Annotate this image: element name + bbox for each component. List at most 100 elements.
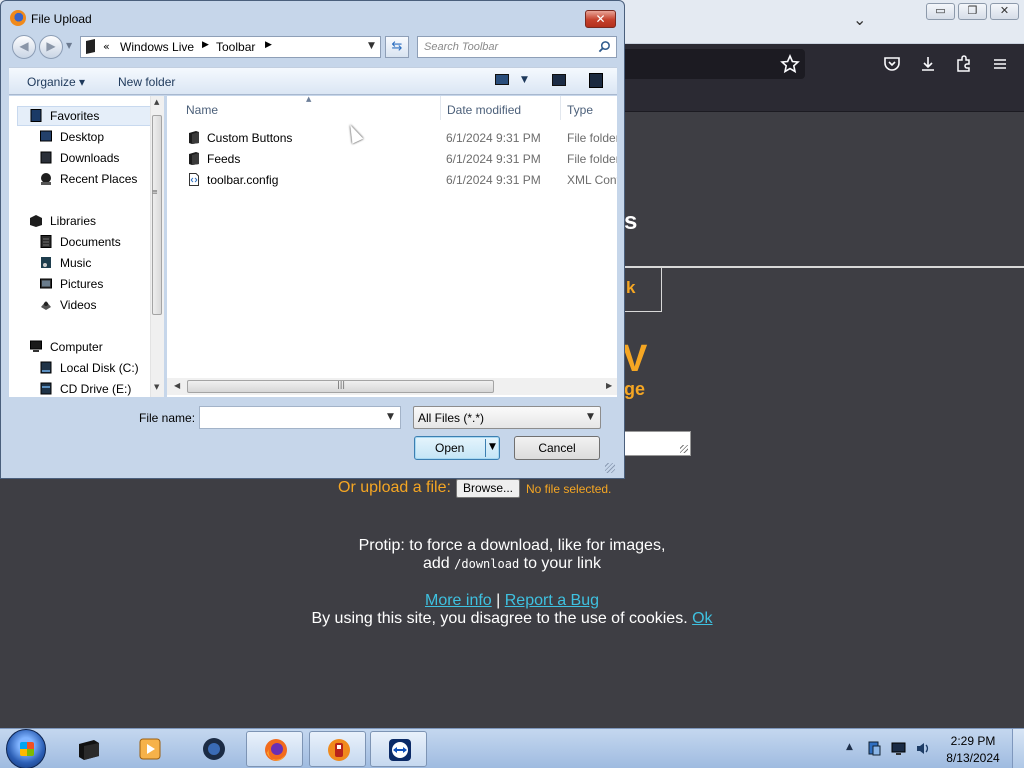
download-icon[interactable] (917, 54, 939, 74)
scroll-left-arrow-icon[interactable]: ◀ (174, 381, 180, 390)
preview-pane-icon[interactable] (552, 74, 566, 86)
breadcrumb-overflow[interactable]: « (103, 40, 110, 53)
cancel-button[interactable]: Cancel (514, 436, 600, 460)
back-button[interactable]: ◀ (12, 35, 36, 59)
xml-file-icon (189, 173, 199, 186)
scroll-up-arrow-icon[interactable]: ▲ (154, 98, 159, 106)
recent-locations-dropdown[interactable]: ▼ (66, 41, 72, 50)
file-name: Custom Buttons (207, 131, 293, 145)
dialog-close-button[interactable]: ✕ (585, 10, 616, 28)
volume-icon[interactable] (915, 741, 930, 756)
breadcrumb-windows-live[interactable]: Windows Live (120, 40, 194, 54)
file-date: 6/1/2024 9:31 PM (446, 152, 541, 166)
minimize-button[interactable]: ▭ (926, 3, 955, 20)
report-bug-link[interactable]: Report a Bug (505, 592, 599, 609)
show-hidden-icons-button[interactable]: ▲ (846, 742, 853, 752)
computer-icon (30, 340, 42, 352)
paint-icon (328, 739, 350, 761)
navigation-pane: Favorites Desktop Downloads Recent Place… (9, 96, 164, 397)
help-icon[interactable] (589, 73, 603, 88)
taskbar-app-media-player[interactable] (121, 731, 178, 767)
file-upload-dialog: File Upload ✕ ◀ ▶ ▼ « Windows Live ▶ Too… (0, 0, 625, 479)
file-name-input[interactable] (199, 406, 401, 429)
nav-scroll-thumb[interactable] (152, 115, 162, 315)
organize-button[interactable]: Organize ▾ (27, 75, 85, 89)
start-button[interactable] (6, 729, 46, 768)
extensions-icon[interactable] (953, 54, 975, 74)
scroll-right-arrow-icon[interactable]: ▶ (606, 381, 612, 390)
open-button[interactable]: Open ▼ (414, 436, 500, 460)
taskbar-app-paint[interactable] (309, 731, 366, 767)
views-dropdown[interactable]: ▼ (521, 75, 528, 85)
more-info-link[interactable]: More info (425, 592, 492, 609)
address-bar[interactable]: « Windows Live ▶ Toolbar ▶ ▼ (80, 36, 381, 58)
pocket-icon[interactable] (881, 54, 903, 74)
nav-scrollbar[interactable]: ▲ ≡ ▼ (150, 96, 164, 397)
forward-button[interactable]: ▶ (39, 35, 63, 59)
column-divider[interactable] (440, 96, 441, 120)
breadcrumb-toolbar[interactable]: Toolbar (216, 40, 255, 54)
windows-logo-icon (20, 742, 34, 756)
taskbar: ▲ 2:29 PM 8/13/2024 (0, 728, 1024, 768)
address-dropdown[interactable]: ▼ (368, 41, 375, 51)
table-row[interactable]: toolbar.config 6/1/2024 9:31 PM XML Conf (185, 170, 617, 190)
breadcrumb-arrow-icon[interactable]: ▶ (202, 40, 209, 50)
column-divider[interactable] (560, 96, 561, 120)
file-name-dropdown[interactable]: ▼ (387, 412, 394, 422)
display-icon[interactable] (891, 741, 906, 756)
open-options-dropdown[interactable]: ▼ (489, 442, 496, 452)
list-all-tabs-icon[interactable]: ⌄ (853, 10, 866, 29)
upload-label: Or upload a file: (338, 479, 451, 496)
chevron-down-icon[interactable]: ▼ (587, 412, 594, 422)
network-icon[interactable] (867, 741, 882, 756)
taskbar-app-cmd[interactable] (60, 731, 117, 767)
search-input[interactable]: Search Toolbar (417, 36, 617, 58)
media-player-icon (139, 738, 161, 760)
page-heading: s (624, 208, 638, 235)
breadcrumb-arrow-icon[interactable]: ▶ (265, 40, 272, 50)
file-name: Feeds (207, 152, 241, 166)
clock-date[interactable]: 8/13/2024 (942, 751, 1004, 765)
menu-icon[interactable] (989, 54, 1011, 74)
file-list-hscrollbar[interactable]: ◀ ||| ▶ (167, 378, 617, 395)
cmd-icon (79, 740, 99, 760)
table-row[interactable]: Custom Buttons 6/1/2024 9:31 PM File fol… (185, 128, 617, 148)
column-header-type[interactable]: Type (567, 103, 593, 117)
table-row[interactable]: Feeds 6/1/2024 9:31 PM File folder (185, 149, 617, 169)
refresh-button[interactable]: ⇆ (385, 36, 409, 58)
file-name: toolbar.config (207, 173, 279, 187)
column-header-date[interactable]: Date modified (447, 103, 521, 117)
command-bar: Organize ▾ New folder ▼ (9, 67, 617, 95)
hscroll-thumb[interactable]: ||| (187, 380, 494, 393)
link-separator: | (491, 592, 505, 609)
taskbar-app-firefox-dark[interactable] (185, 731, 242, 767)
resize-grip[interactable] (605, 463, 615, 473)
folder-icon (189, 131, 199, 144)
nav-label: Desktop (60, 130, 105, 144)
nav-label: Downloads (60, 151, 120, 165)
nav-label: Computer (50, 340, 103, 354)
clock-time[interactable]: 2:29 PM (942, 734, 1004, 748)
scroll-down-arrow-icon[interactable]: ▼ (154, 383, 159, 391)
browse-button[interactable]: Browse... (456, 479, 520, 498)
restore-button[interactable]: ❐ (958, 3, 987, 20)
dialog-title: File Upload (31, 12, 92, 26)
file-type-select[interactable]: All Files (*.*) ▼ (413, 406, 601, 429)
protip-line2: add /download to your link (0, 555, 1024, 573)
cookie-ok-link[interactable]: Ok (692, 610, 712, 627)
change-view-icon[interactable] (495, 74, 509, 85)
close-browser-button[interactable]: ✕ (990, 3, 1019, 20)
new-folder-button[interactable]: New folder (118, 75, 175, 89)
footer-links: More info | Report a Bug (0, 592, 1024, 610)
show-desktop-button[interactable] (1012, 729, 1024, 768)
page-link-text[interactable]: k (626, 278, 635, 298)
taskbar-app-firefox[interactable] (246, 731, 303, 767)
search-icon[interactable] (598, 40, 611, 53)
star-icon[interactable] (779, 54, 801, 74)
nav-label: CD Drive (E:) (60, 382, 132, 396)
upload-row: Or upload a file: Browse... No file sele… (338, 477, 638, 499)
url-textarea[interactable] (624, 431, 691, 456)
column-header-name[interactable]: Name (186, 103, 218, 117)
taskbar-app-teamviewer[interactable] (370, 731, 427, 767)
url-bar[interactable] (610, 49, 805, 79)
